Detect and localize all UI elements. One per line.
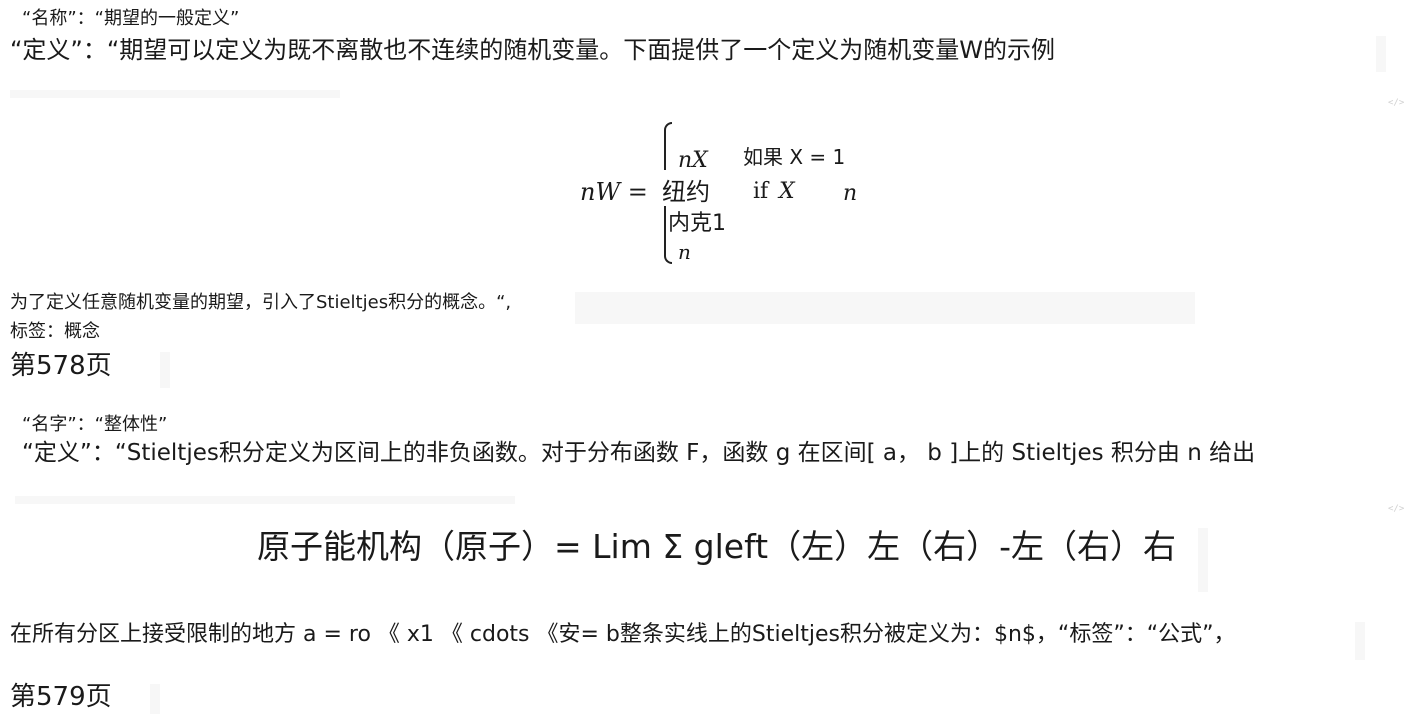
- background-shade: [1198, 528, 1208, 592]
- background-shade: [160, 352, 170, 388]
- brace-top: [664, 122, 672, 170]
- integral-formula: 原子能机构（原子）= Lim Σ gleft（左）左（右）-左（右）右: [257, 527, 1176, 566]
- tag-line: 标签：概念: [10, 321, 100, 342]
- case-expression: 内克1: [668, 211, 726, 236]
- background-shade: [1355, 622, 1365, 660]
- code-marker-icon: </>: [1388, 98, 1405, 108]
- background-shade: [15, 496, 515, 504]
- case-condition-variable: X: [779, 179, 795, 204]
- background-shade: [575, 292, 1195, 324]
- background-shade: [1376, 36, 1386, 72]
- page-number: 第579页: [10, 682, 112, 712]
- page-number: 第578页: [10, 351, 112, 381]
- stieltjes-intro-text: 为了定义任意随机变量的期望，引入了Stieltjes积分的概念。“,: [10, 292, 512, 313]
- entry-name-line: “名称”：“期望的一般定义”: [22, 8, 240, 29]
- case-expression: nX: [678, 148, 708, 173]
- entry-definition-line: “定义”：“期望可以定义为既不离散也不连续的随机变量。下面提供了一个定义为随机变…: [10, 36, 1056, 64]
- case-trailing-variable: n: [843, 181, 858, 206]
- entry-name-line: “名字”：“整体性”: [22, 414, 168, 435]
- code-marker-icon: </>: [1388, 504, 1405, 514]
- case-condition-prefix: if: [753, 179, 769, 204]
- case-expression: 纽约: [662, 178, 710, 206]
- partition-definition-text: 在所有分区上接受限制的地方 a = ro 《 x1 《 cdots 《安= b整…: [10, 622, 1236, 647]
- formula-lhs: nW =: [580, 178, 648, 206]
- background-shade: [10, 90, 340, 98]
- background-shade: [150, 684, 160, 714]
- case-condition: 如果 X = 1: [743, 145, 846, 169]
- case-expression: n: [678, 240, 691, 264]
- entry-definition-line: “定义”：“Stieltjes积分定义为区间上的非负函数。对于分布函数 F，函数…: [22, 440, 1256, 466]
